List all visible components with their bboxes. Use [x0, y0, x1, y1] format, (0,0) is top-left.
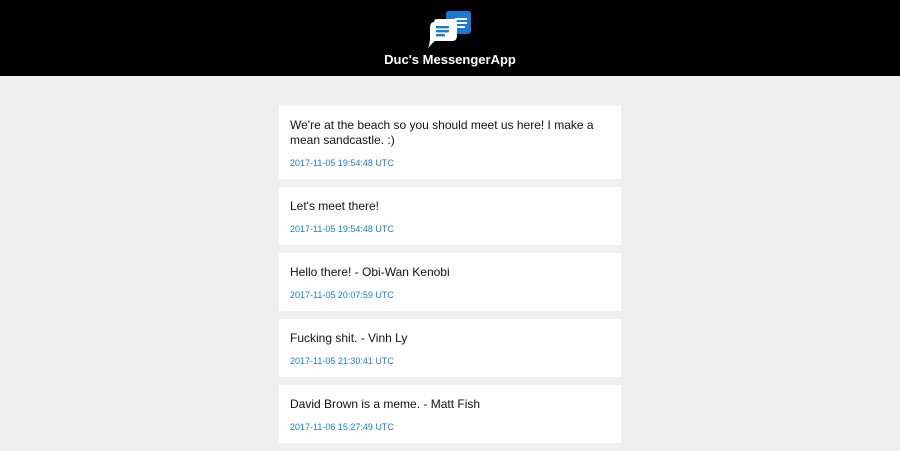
message-text: Hello there! - Obi-Wan Kenobi: [290, 265, 450, 279]
message-timestamp: 2017-11-05 19:54:48 UTC: [290, 158, 394, 168]
message-timestamp: 2017-11-05 21:30:41 UTC: [290, 356, 394, 366]
message-card: Hello there! - Obi-Wan Kenobi 2017-11-05…: [279, 253, 621, 311]
message-text: David Brown is a meme. - Matt Fish: [290, 397, 481, 411]
message-text: We're at the beach so you should meet us…: [290, 118, 594, 147]
message-card: Fucking shit. - Vinh Ly 2017-11-05 21:30…: [279, 319, 621, 377]
app-title: Duc's MessengerApp: [384, 52, 516, 67]
message-timestamp: 2017-11-05 20:07:59 UTC: [290, 290, 394, 300]
chat-bubbles-icon[interactable]: [426, 10, 474, 50]
message-text: Let's meet there!: [290, 199, 380, 213]
message-text: Fucking shit. - Vinh Ly: [290, 331, 408, 345]
message-timestamp: 2017-11-05 19:54:48 UTC: [290, 224, 394, 234]
message-card: Let's meet there! 2017-11-05 19:54:48 UT…: [279, 187, 621, 245]
message-card: David Brown is a meme. - Matt Fish 2017-…: [279, 385, 621, 443]
message-feed: We're at the beach so you should meet us…: [279, 106, 621, 451]
app-header: Duc's MessengerApp: [0, 0, 900, 76]
message-card: We're at the beach so you should meet us…: [279, 106, 621, 179]
message-timestamp: 2017-11-06 15:27:49 UTC: [290, 422, 394, 432]
